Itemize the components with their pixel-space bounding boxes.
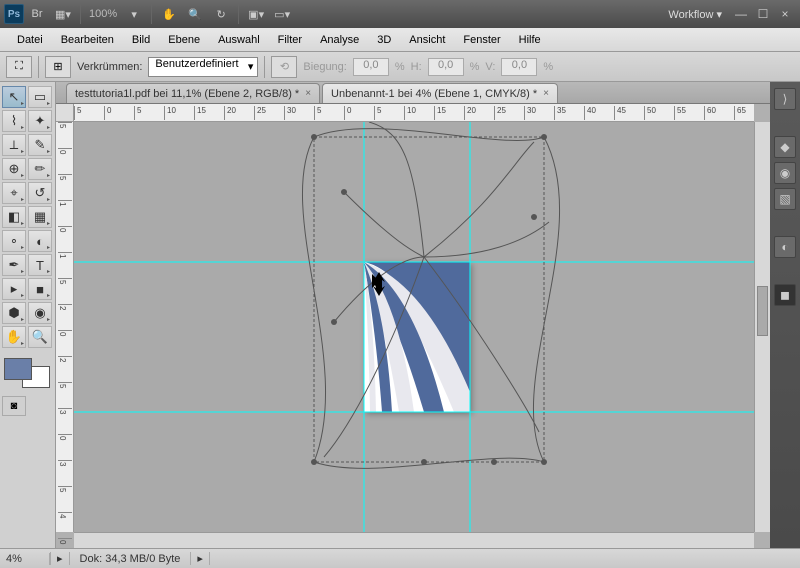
lasso-tool[interactable]: ⌇▸	[2, 110, 26, 132]
close-button[interactable]: ×	[776, 7, 794, 21]
maximize-button[interactable]: ☐	[754, 7, 772, 21]
zoom-tool[interactable]: 🔍	[28, 326, 52, 348]
layers-panel-icon[interactable]: ◆	[774, 136, 796, 158]
canvas-overlay	[74, 122, 754, 532]
status-doc-size: Dok: 34,3 MB/0 Byte	[70, 553, 191, 565]
gradient-tool[interactable]: ▦▸	[28, 206, 52, 228]
stamp-tool[interactable]: ⌖▸	[2, 182, 26, 204]
history-panel-icon[interactable]: ◼	[774, 284, 796, 306]
warp-mode-select[interactable]: Benutzerdefiniert	[148, 57, 258, 77]
type-tool[interactable]: T▸	[28, 254, 52, 276]
close-icon[interactable]: ×	[305, 88, 311, 99]
3d-tool[interactable]: ⬢▸	[2, 302, 26, 324]
blur-tool[interactable]: ∘▸	[2, 230, 26, 252]
h-label: H:	[411, 61, 422, 73]
menu-bar: Datei Bearbeiten Bild Ebene Auswahl Filt…	[0, 28, 800, 52]
menu-ebene[interactable]: Ebene	[159, 31, 209, 49]
marquee-tool[interactable]: ▭▸	[28, 86, 52, 108]
warp-label: Verkrümmen:	[77, 61, 142, 73]
vertical-scrollbar[interactable]	[754, 122, 770, 532]
eyedropper-tool[interactable]: ✎▸	[28, 134, 52, 156]
history-brush-tool[interactable]: ↺▸	[28, 182, 52, 204]
foreground-color[interactable]	[4, 358, 32, 380]
h-input: 0,0	[428, 58, 464, 76]
hand-tool-icon[interactable]: ✋	[157, 3, 181, 25]
channels-panel-icon[interactable]: ◉	[774, 162, 796, 184]
options-bar: ⛶ ⊞ Verkrümmen: Benutzerdefiniert ⟲ Bieg…	[0, 52, 800, 82]
path-select-tool[interactable]: ▸▸	[2, 278, 26, 300]
application-bar: Ps Br ▦▾ 100% ▾ ✋ 🔍 ↻ ▣▾ ▭▾ Workflow ▾ —…	[0, 0, 800, 28]
ruler-origin[interactable]	[56, 104, 74, 122]
quick-mask-button[interactable]: ◙	[2, 396, 26, 416]
move-tool[interactable]: ↖▸	[2, 86, 26, 108]
guides	[74, 122, 754, 532]
status-arrow-icon[interactable]: ▸	[190, 552, 210, 565]
hand-tool[interactable]: ✋▸	[2, 326, 26, 348]
quick-select-tool[interactable]: ✦▸	[28, 110, 52, 132]
pct-1: %	[395, 61, 405, 73]
vertical-ruler[interactable]: 50510152025303540	[56, 122, 74, 532]
color-swatches[interactable]	[2, 356, 52, 390]
bend-label: Biegung:	[303, 61, 346, 73]
menu-bearbeiten[interactable]: Bearbeiten	[52, 31, 123, 49]
menu-hilfe[interactable]: Hilfe	[510, 31, 550, 49]
warp-grid-icon[interactable]: ⊞	[45, 56, 71, 78]
mini-bridge-button[interactable]: ▦▾	[51, 3, 75, 25]
crop-tool[interactable]: ⟂▸	[2, 134, 26, 156]
v-input: 0,0	[501, 58, 537, 76]
tools-panel: ↖▸ ▭▸ ⌇▸ ✦▸ ⟂▸ ✎▸ ⊕▸ ✏▸ ⌖▸ ↺▸ ◧▸ ▦▸ ∘▸ ◐…	[0, 82, 56, 548]
menu-analyse[interactable]: Analyse	[311, 31, 368, 49]
menu-3d[interactable]: 3D	[368, 31, 400, 49]
status-menu-icon[interactable]: ▸	[50, 552, 70, 565]
zoom-level[interactable]: 100%	[85, 8, 121, 20]
brush-tool[interactable]: ✏▸	[28, 158, 52, 180]
adjustments-panel-icon[interactable]: ◐	[774, 236, 796, 258]
transform-tool-icon[interactable]: ⛶	[6, 56, 32, 78]
shape-tool[interactable]: ■▸	[28, 278, 52, 300]
horizontal-ruler[interactable]: 5051015202530505101520253035404550556065	[74, 104, 754, 122]
menu-ansicht[interactable]: Ansicht	[400, 31, 454, 49]
menu-datei[interactable]: Datei	[8, 31, 52, 49]
bridge-button[interactable]: Br	[25, 3, 49, 25]
main-area: ↖▸ ▭▸ ⌇▸ ✦▸ ⟂▸ ✎▸ ⊕▸ ✏▸ ⌖▸ ↺▸ ◧▸ ▦▸ ∘▸ ◐…	[0, 82, 800, 548]
tab-label: Unbenannt-1 bei 4% (Ebene 1, CMYK/8) *	[331, 88, 537, 100]
close-icon[interactable]: ×	[543, 88, 549, 99]
v-label: V:	[485, 61, 495, 73]
zoom-dropdown-icon[interactable]: ▾	[122, 3, 146, 25]
zoom-tool-icon[interactable]: 🔍	[183, 3, 207, 25]
orientation-icon: ⟲	[271, 56, 297, 78]
arrange-docs-icon[interactable]: ▣▾	[244, 3, 268, 25]
minimize-button[interactable]: —	[732, 7, 750, 21]
pct-3: %	[543, 61, 553, 73]
tab-unbenannt[interactable]: Unbenannt-1 bei 4% (Ebene 1, CMYK/8) * ×	[322, 83, 558, 103]
collapse-icon[interactable]: ⟩	[774, 88, 796, 110]
tab-label: testtutoria1l.pdf bei 11,1% (Ebene 2, RG…	[75, 88, 299, 100]
screen-mode-icon[interactable]: ▭▾	[270, 3, 294, 25]
status-bar: 4% ▸ Dok: 34,3 MB/0 Byte ▸	[0, 548, 800, 568]
canvas[interactable]	[74, 122, 754, 532]
3d-camera-tool[interactable]: ◉▸	[28, 302, 52, 324]
rotate-view-icon[interactable]: ↻	[209, 3, 233, 25]
workspace-switcher[interactable]: Workflow ▾	[660, 8, 730, 21]
warp-mesh[interactable]	[302, 122, 559, 468]
menu-auswahl[interactable]: Auswahl	[209, 31, 269, 49]
canvas-zone: 5051015202530505101520253035404550556065…	[56, 104, 770, 548]
pct-2: %	[470, 61, 480, 73]
status-zoom[interactable]: 4%	[0, 553, 50, 565]
healing-tool[interactable]: ⊕▸	[2, 158, 26, 180]
paths-panel-icon[interactable]: ▧	[774, 188, 796, 210]
menu-fenster[interactable]: Fenster	[454, 31, 509, 49]
eraser-tool[interactable]: ◧▸	[2, 206, 26, 228]
bend-input: 0,0	[353, 58, 389, 76]
menu-bild[interactable]: Bild	[123, 31, 159, 49]
document-tabs: testtutoria1l.pdf bei 11,1% (Ebene 2, RG…	[56, 82, 770, 104]
tab-testtutorial[interactable]: testtutoria1l.pdf bei 11,1% (Ebene 2, RG…	[66, 83, 320, 103]
right-panel-dock: ⟩ ◆ ◉ ▧ ◐ ◼	[770, 82, 800, 548]
dodge-tool[interactable]: ◐▸	[28, 230, 52, 252]
menu-filter[interactable]: Filter	[269, 31, 311, 49]
pen-tool[interactable]: ✒▸	[2, 254, 26, 276]
horizontal-scrollbar[interactable]	[74, 532, 754, 548]
app-logo: Ps	[4, 4, 24, 24]
document-area: testtutoria1l.pdf bei 11,1% (Ebene 2, RG…	[56, 82, 770, 548]
